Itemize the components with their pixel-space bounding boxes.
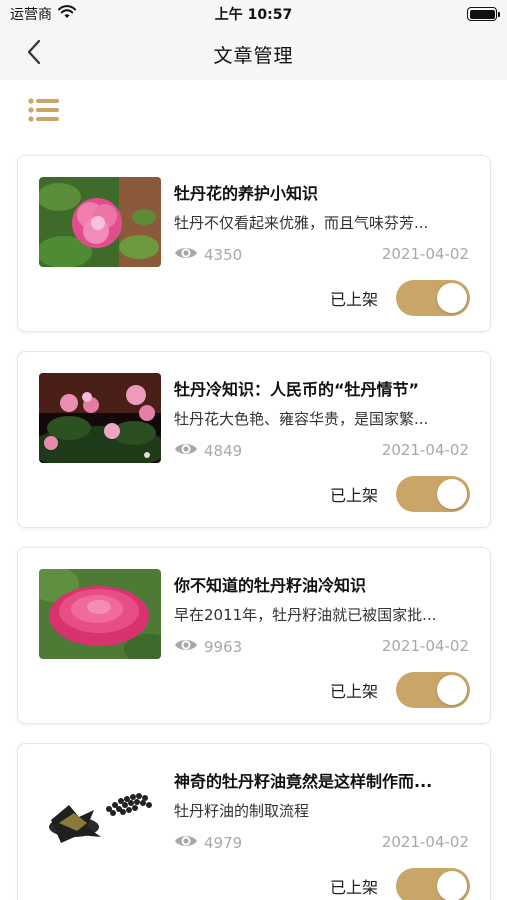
toggle-knob bbox=[437, 479, 467, 509]
eye-icon bbox=[174, 833, 198, 853]
publish-status: 已上架 bbox=[330, 476, 470, 512]
publish-status: 已上架 bbox=[330, 672, 470, 708]
article-card[interactable]: 牡丹冷知识：人民币的“牡丹情节” 牡丹花大色艳、雍容华贵，是国家繁... 484… bbox=[17, 351, 491, 528]
article-title: 牡丹花的养护小知识 bbox=[174, 184, 319, 203]
view-count: 4849 bbox=[174, 441, 242, 461]
article-date: 2021-04-02 bbox=[381, 441, 469, 459]
publish-toggle[interactable] bbox=[396, 672, 470, 708]
publish-toggle[interactable] bbox=[396, 868, 470, 900]
toolbar bbox=[0, 80, 507, 140]
article-title: 你不知道的牡丹籽油冷知识 bbox=[174, 576, 367, 595]
publish-status-label: 已上架 bbox=[329, 878, 378, 897]
article-summary: 早在2011年，牡丹籽油就已被国家批... bbox=[174, 606, 437, 624]
article-summary: 牡丹花大色艳、雍容华贵，是国家繁... bbox=[174, 410, 429, 428]
view-count-value: 4979 bbox=[204, 834, 243, 852]
publish-status-label: 已上架 bbox=[329, 486, 378, 505]
article-card[interactable]: 神奇的牡丹籽油竟然是这样制作而... 牡丹籽油的制取流程 4979 2021-0… bbox=[17, 743, 491, 900]
carrier-label: 运营商 bbox=[10, 7, 52, 23]
toggle-knob bbox=[437, 871, 467, 900]
publish-status: 已上架 bbox=[330, 280, 470, 316]
article-title: 牡丹冷知识：人民币的“牡丹情节” bbox=[174, 380, 420, 399]
article-thumbnail bbox=[39, 373, 161, 463]
article-thumbnail bbox=[39, 765, 161, 855]
article-card[interactable]: 牡丹花的养护小知识 牡丹不仅看起来优雅，而且气味芬芳... 4350 2021-… bbox=[17, 155, 491, 332]
view-count-value: 4849 bbox=[204, 442, 243, 460]
eye-icon bbox=[174, 245, 198, 265]
article-summary: 牡丹籽油的制取流程 bbox=[174, 802, 310, 820]
publish-status-label: 已上架 bbox=[329, 682, 378, 701]
chevron-left-icon bbox=[26, 39, 42, 69]
list-icon bbox=[28, 98, 60, 128]
publish-status-label: 已上架 bbox=[329, 290, 378, 309]
menu-button[interactable] bbox=[28, 96, 60, 124]
article-thumbnail bbox=[39, 177, 161, 267]
view-count: 9963 bbox=[174, 637, 242, 657]
article-date: 2021-04-02 bbox=[381, 637, 469, 655]
publish-toggle[interactable] bbox=[396, 280, 470, 316]
article-list: 牡丹花的养护小知识 牡丹不仅看起来优雅，而且气味芬芳... 4350 2021-… bbox=[17, 155, 491, 900]
battery-icon bbox=[467, 7, 500, 21]
view-count: 4350 bbox=[174, 245, 242, 265]
view-count-value: 4350 bbox=[204, 246, 243, 264]
publish-toggle[interactable] bbox=[396, 476, 470, 512]
toggle-knob bbox=[437, 283, 467, 313]
page-title: 文章管理 bbox=[213, 44, 294, 67]
eye-icon bbox=[174, 441, 198, 461]
article-summary: 牡丹不仅看起来优雅，而且气味芬芳... bbox=[174, 214, 429, 232]
back-button[interactable] bbox=[18, 38, 50, 70]
status-bar: 运营商 上午 10:57 bbox=[0, 0, 507, 28]
status-time: 上午 10:57 bbox=[214, 7, 293, 23]
article-title: 神奇的牡丹籽油竟然是这样制作而... bbox=[174, 772, 433, 791]
publish-status: 已上架 bbox=[330, 868, 470, 900]
article-card[interactable]: 你不知道的牡丹籽油冷知识 早在2011年，牡丹籽油就已被国家批... 9963 … bbox=[17, 547, 491, 724]
article-date: 2021-04-02 bbox=[381, 245, 469, 263]
article-thumbnail bbox=[39, 569, 161, 659]
article-date: 2021-04-02 bbox=[381, 833, 469, 851]
view-count-value: 9963 bbox=[204, 638, 243, 656]
eye-icon bbox=[174, 637, 198, 657]
toggle-knob bbox=[437, 675, 467, 705]
view-count: 4979 bbox=[174, 833, 242, 853]
nav-bar: 文章管理 bbox=[0, 28, 507, 80]
wifi-icon bbox=[58, 5, 76, 23]
status-left: 运营商 bbox=[10, 4, 76, 24]
